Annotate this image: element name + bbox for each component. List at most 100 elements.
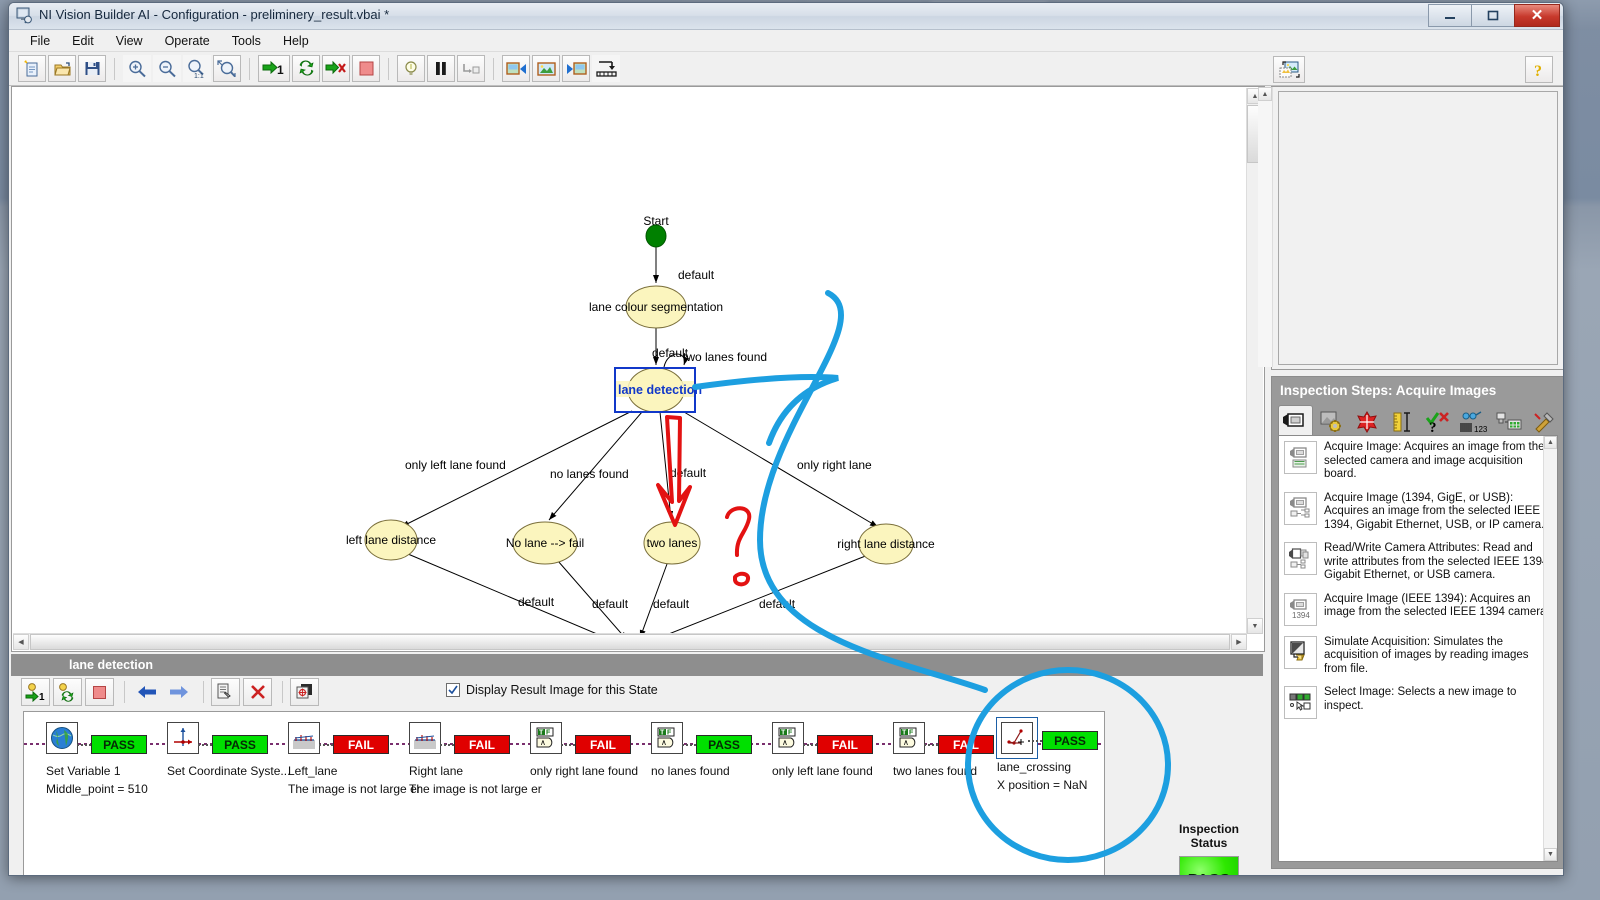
list-item[interactable]: Read/Write Camera Attributes: Read and w… bbox=[1279, 537, 1557, 588]
tab-communicate[interactable] bbox=[1493, 408, 1526, 435]
run-continuous-icon[interactable] bbox=[292, 55, 320, 82]
run-once-icon[interactable]: 1 bbox=[258, 55, 290, 82]
list-item[interactable]: Acquire Image: Acquires an image from th… bbox=[1279, 436, 1557, 487]
menu-item-operate[interactable]: Operate bbox=[154, 32, 221, 50]
edge-label: default bbox=[518, 595, 555, 609]
tab-identify-parts[interactable]: 123 bbox=[1457, 408, 1490, 435]
menu-item-file[interactable]: File bbox=[19, 32, 61, 50]
help-icon[interactable]: ? bbox=[1525, 56, 1553, 83]
step-no-lanes-found[interactable]: T F ∧ PASS no lanes found bbox=[651, 722, 752, 778]
maximize-button[interactable] bbox=[1471, 4, 1515, 27]
zoom-in-icon[interactable] bbox=[123, 55, 151, 82]
step-name: no lanes found bbox=[651, 764, 730, 778]
image-transfer-icon[interactable] bbox=[1273, 56, 1305, 83]
list-item[interactable]: Select Image: Selects a new image to ins… bbox=[1279, 681, 1557, 724]
result-image-panel[interactable]: ▲ bbox=[1258, 86, 1563, 370]
inspection-steps-panel: Inspection Steps: Acquire Images ? 123 A… bbox=[1271, 376, 1563, 869]
tab-enhance-image[interactable] bbox=[1315, 408, 1348, 435]
tab-measure-features[interactable] bbox=[1386, 408, 1419, 435]
result-image-scrollbar[interactable]: ▲ bbox=[1258, 87, 1273, 367]
svg-text:T: T bbox=[539, 730, 544, 737]
scroll-up-arrow[interactable]: ▲ bbox=[1544, 436, 1557, 449]
delete-step-icon[interactable] bbox=[243, 678, 272, 706]
display-result-image-checkbox[interactable]: Display Result Image for this State bbox=[446, 683, 658, 697]
inspection-steps-list[interactable]: Acquire Image: Acquires an image from th… bbox=[1278, 435, 1558, 862]
stop-state-icon[interactable] bbox=[85, 678, 114, 706]
save-inspection-icon[interactable] bbox=[78, 55, 106, 82]
inspection-steps-strip[interactable]: PASS Set Variable 1 Middle_point = 510 P… bbox=[23, 711, 1105, 875]
step-two-lanes-found[interactable]: T F ∧ FAIL two lanes found bbox=[893, 722, 994, 778]
run-state-once-icon[interactable]: 1 bbox=[21, 678, 50, 706]
display-result-image-label: Display Result Image for this State bbox=[466, 683, 658, 697]
stop-icon[interactable] bbox=[352, 55, 380, 82]
step-name: only left lane found bbox=[772, 764, 873, 778]
step-name: Set Coordinate Syste... bbox=[167, 764, 291, 778]
scroll-down-arrow[interactable]: ▼ bbox=[1247, 618, 1263, 634]
tab-check-for-presence[interactable]: ? bbox=[1422, 408, 1455, 435]
inspection-steps-title: Inspection Steps: Acquire Images bbox=[1280, 382, 1497, 398]
pause-icon[interactable] bbox=[427, 55, 455, 82]
run-state-continuous-icon[interactable] bbox=[53, 678, 82, 706]
diagram-horizontal-scrollbar[interactable]: ◀ ▶ bbox=[13, 633, 1247, 650]
minimize-button[interactable] bbox=[1428, 4, 1472, 27]
highlight-icon[interactable] bbox=[397, 55, 425, 82]
barcode-glasses-icon: 123 bbox=[1460, 410, 1488, 433]
image-icon[interactable] bbox=[532, 55, 560, 82]
step-only-right-lane-found[interactable]: T F ∧ FAIL only right lane found bbox=[530, 722, 638, 778]
scroll-down-arrow[interactable]: ▼ bbox=[1544, 848, 1557, 861]
step-lane-crossing[interactable]: PASS lane_crossing X position = NaN bbox=[996, 717, 1098, 792]
tab-acquire-images[interactable] bbox=[1278, 405, 1313, 435]
menu-item-view[interactable]: View bbox=[105, 32, 154, 50]
step-set-coordinate-system[interactable]: PASS Set Coordinate Syste... bbox=[167, 722, 290, 778]
tab-use-additional-tools[interactable] bbox=[1528, 408, 1561, 435]
list-item[interactable]: Acquire Image (1394, GigE, or USB): Acqu… bbox=[1279, 487, 1557, 538]
batch-icon[interactable] bbox=[592, 55, 620, 82]
zoom-out-icon[interactable] bbox=[153, 55, 181, 82]
scroll-up-arrow[interactable]: ▲ bbox=[1258, 87, 1272, 101]
list-item-text: Simulate Acquisition: Simulates the acqu… bbox=[1324, 635, 1529, 675]
svg-text:?: ? bbox=[1534, 63, 1542, 79]
next-image-icon[interactable] bbox=[562, 55, 590, 82]
list-item[interactable]: Simulate Acquisition: Simulates the acqu… bbox=[1279, 631, 1557, 682]
red-question-mark-annotation bbox=[725, 506, 752, 587]
blue-callout-annotation bbox=[692, 374, 839, 446]
steps-list-scrollbar[interactable]: ▲ ▼ bbox=[1543, 436, 1557, 861]
tab-locate-features[interactable] bbox=[1351, 408, 1384, 435]
coordinate-system-icon bbox=[167, 722, 199, 754]
zoom-1to1-icon[interactable]: 1:1 bbox=[183, 55, 211, 82]
window-title: NI Vision Builder AI - Configuration - p… bbox=[39, 7, 390, 22]
state-node-start[interactable] bbox=[645, 224, 667, 248]
step-right-lane[interactable]: FAIL Right lane The image is not large e… bbox=[409, 722, 542, 796]
step-only-left-lane-found[interactable]: T F ∧ FAIL only left lane found bbox=[772, 722, 873, 778]
list-item[interactable]: 1394 Acquire Image (IEEE 1394): Acquires… bbox=[1279, 588, 1557, 631]
menu-item-edit[interactable]: Edit bbox=[61, 32, 105, 50]
svg-text:1: 1 bbox=[39, 692, 45, 702]
svg-text:123: 123 bbox=[1474, 425, 1488, 433]
horizontal-scroll-thumb[interactable] bbox=[30, 634, 1230, 650]
scroll-right-arrow[interactable]: ▶ bbox=[1231, 634, 1247, 650]
open-inspection-icon[interactable] bbox=[48, 55, 76, 82]
new-inspection-icon[interactable] bbox=[18, 55, 46, 82]
copy-step-icon[interactable] bbox=[211, 678, 240, 706]
zoom-fit-icon[interactable] bbox=[213, 55, 241, 82]
menu-item-help[interactable]: Help bbox=[272, 32, 320, 50]
edge-label: default bbox=[759, 597, 796, 611]
menu-item-tools[interactable]: Tools bbox=[221, 32, 272, 50]
edge-label: default bbox=[653, 597, 690, 611]
previous-image-icon[interactable] bbox=[502, 55, 530, 82]
toolbar-separator bbox=[124, 681, 125, 703]
step-left-lane[interactable]: FAIL Left_lane The image is not large er bbox=[288, 722, 421, 796]
step-icon[interactable] bbox=[457, 55, 485, 82]
move-step-right-icon[interactable] bbox=[164, 678, 193, 706]
svg-text:1: 1 bbox=[277, 63, 284, 77]
status-badge: FAIL bbox=[333, 735, 389, 754]
move-step-left-icon[interactable] bbox=[132, 678, 161, 706]
status-badge: FAIL bbox=[575, 735, 631, 754]
step-set-variable-1[interactable]: PASS Set Variable 1 Middle_point = 510 bbox=[46, 722, 148, 796]
run-until-fail-icon[interactable] bbox=[322, 55, 350, 82]
state-diagram[interactable]: default default two lanes found only lef… bbox=[12, 87, 1244, 635]
state-diagram-pane[interactable]: default default two lanes found only lef… bbox=[11, 86, 1265, 652]
close-button[interactable]: ✕ bbox=[1514, 4, 1560, 27]
scroll-left-arrow[interactable]: ◀ bbox=[13, 634, 29, 650]
step-properties-icon[interactable] bbox=[290, 678, 319, 706]
